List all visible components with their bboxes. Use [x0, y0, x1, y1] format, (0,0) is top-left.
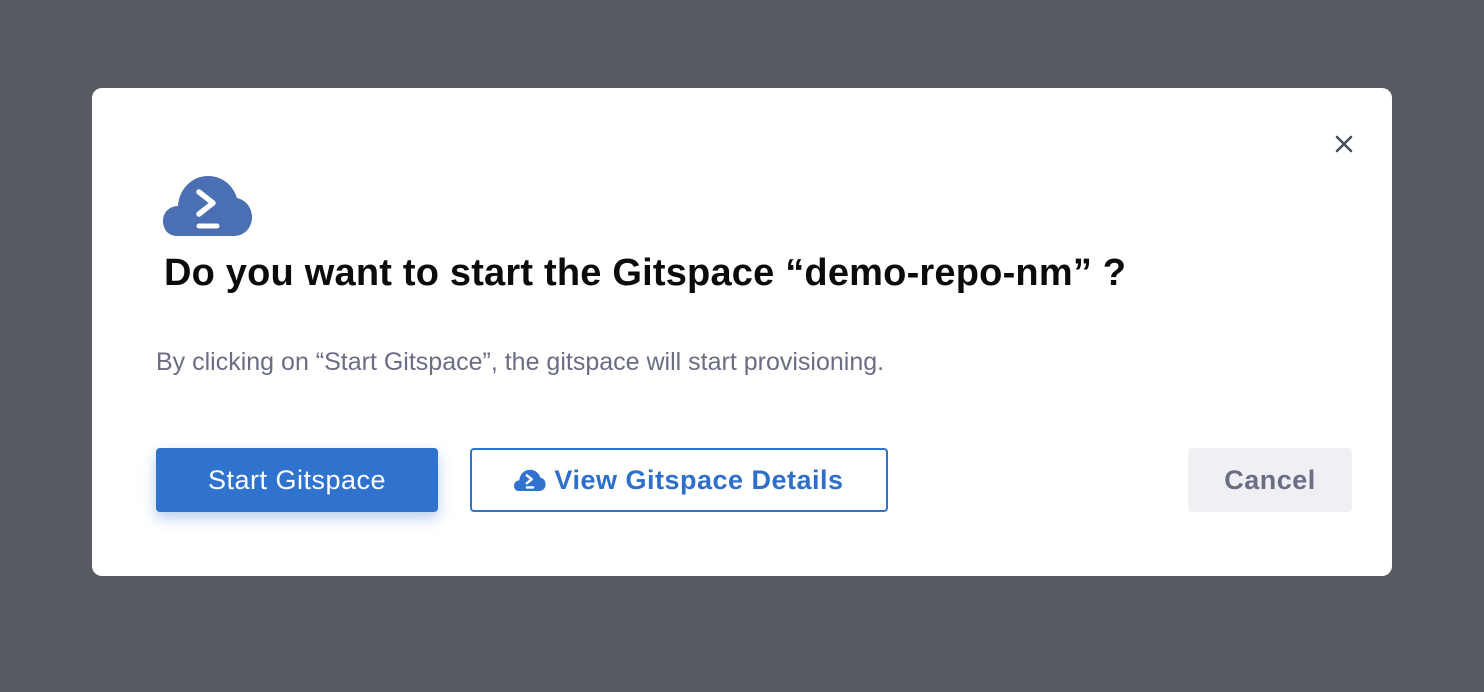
- start-gitspace-button[interactable]: Start Gitspace: [156, 448, 438, 512]
- close-icon: [1335, 135, 1353, 153]
- dialog-description: By clicking on “Start Gitspace”, the git…: [156, 348, 885, 376]
- gitspace-cloud-icon: [514, 469, 547, 492]
- view-gitspace-details-label: View Gitspace Details: [554, 464, 844, 495]
- gitspace-cloud-icon: [163, 176, 252, 236]
- close-button[interactable]: [1330, 130, 1358, 158]
- start-gitspace-dialog: Do you want to start the Gitspace “demo-…: [92, 88, 1392, 576]
- start-gitspace-label: Start Gitspace: [207, 464, 387, 495]
- cancel-button[interactable]: Cancel: [1188, 448, 1352, 512]
- dialog-title: Do you want to start the Gitspace “demo-…: [164, 252, 1127, 294]
- view-gitspace-details-button[interactable]: View Gitspace Details: [470, 448, 888, 512]
- cancel-label: Cancel: [1224, 464, 1316, 495]
